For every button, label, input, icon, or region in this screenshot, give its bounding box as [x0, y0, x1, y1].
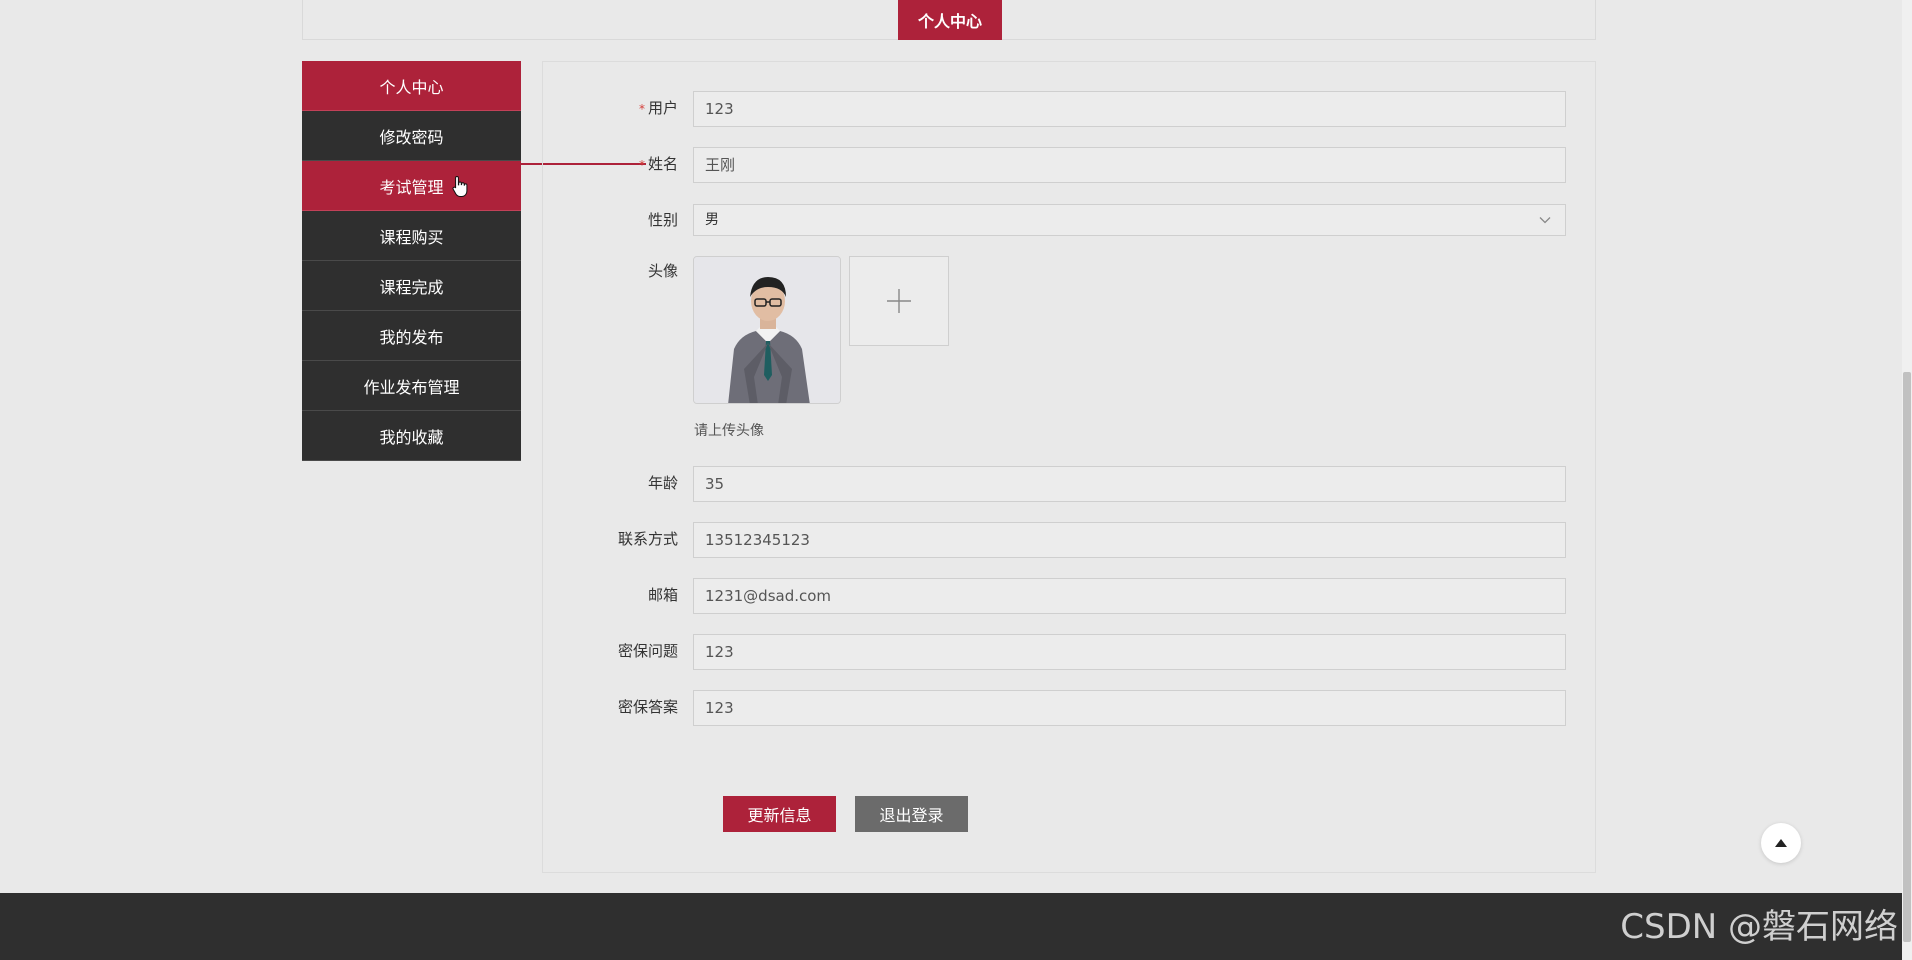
avatar-upload-hint: 请上传头像	[694, 423, 764, 439]
plus-icon	[887, 289, 911, 313]
age-label: 年龄	[647, 474, 678, 492]
security-question-field[interactable]: 123	[693, 634, 1566, 670]
sidebar-item-course-purchase[interactable]: 课程购买	[302, 211, 521, 261]
sidebar-item-change-password[interactable]: 修改密码	[302, 111, 521, 161]
sidebar-item-my-favorites[interactable]: 我的收藏	[302, 411, 521, 461]
gender-label: 性别	[647, 211, 678, 229]
footer	[0, 893, 1902, 960]
gender-select[interactable]: 男	[693, 204, 1566, 236]
email-label: 邮箱	[647, 586, 678, 604]
username-field[interactable]: 123	[693, 91, 1566, 127]
hand-pointer-icon	[452, 175, 468, 197]
required-mark: *	[638, 158, 645, 172]
gender-selected-value: 男	[705, 212, 719, 228]
sidebar-item-my-posts[interactable]: 我的发布	[302, 311, 521, 361]
vertical-scrollbar[interactable]	[1902, 0, 1912, 960]
watermark-text: CSDN @磐石网络	[1620, 907, 1898, 947]
avatar-upload-button[interactable]	[849, 256, 949, 346]
required-mark: *	[638, 102, 645, 116]
age-field[interactable]: 35	[693, 466, 1566, 502]
sidebar: 个人中心 修改密码 考试管理 课程购买 课程完成 我的发布 作业发布管理 我的收…	[302, 61, 521, 461]
sidebar-item-personal-center[interactable]: 个人中心	[302, 61, 521, 111]
back-to-top-button[interactable]	[1761, 823, 1801, 863]
scrollbar-thumb[interactable]	[1903, 372, 1911, 942]
username-label: * 用户	[638, 99, 678, 117]
sidebar-item-homework-management[interactable]: 作业发布管理	[302, 361, 521, 411]
name-field[interactable]: 王刚	[693, 147, 1566, 183]
update-info-button[interactable]: 更新信息	[723, 796, 836, 832]
security-answer-field[interactable]: 123	[693, 690, 1566, 726]
page-title-tab[interactable]: 个人中心	[898, 0, 1002, 40]
security-answer-label: 密保答案	[617, 698, 678, 716]
chevron-down-icon	[1539, 217, 1551, 224]
sidebar-item-course-complete[interactable]: 课程完成	[302, 261, 521, 311]
email-field[interactable]: 1231@dsad.com	[693, 578, 1566, 614]
caret-up-icon	[1775, 839, 1787, 847]
logout-button[interactable]: 退出登录	[855, 796, 968, 832]
security-question-label: 密保问题	[617, 642, 678, 660]
sidebar-item-exam-management[interactable]: 考试管理	[302, 161, 521, 211]
sidebar-item-label: 考试管理	[379, 177, 444, 197]
name-label: * 姓名	[638, 155, 678, 173]
contact-field[interactable]: 13512345123	[693, 522, 1566, 558]
page: 个人中心 个人中心 修改密码 考试管理 课程购买 课程完成 我的发布 作业发布管…	[0, 0, 1912, 960]
avatar-portrait-icon	[694, 257, 840, 403]
avatar-label: 头像	[647, 262, 678, 280]
contact-label: 联系方式	[617, 530, 678, 548]
avatar-image[interactable]	[693, 256, 841, 404]
